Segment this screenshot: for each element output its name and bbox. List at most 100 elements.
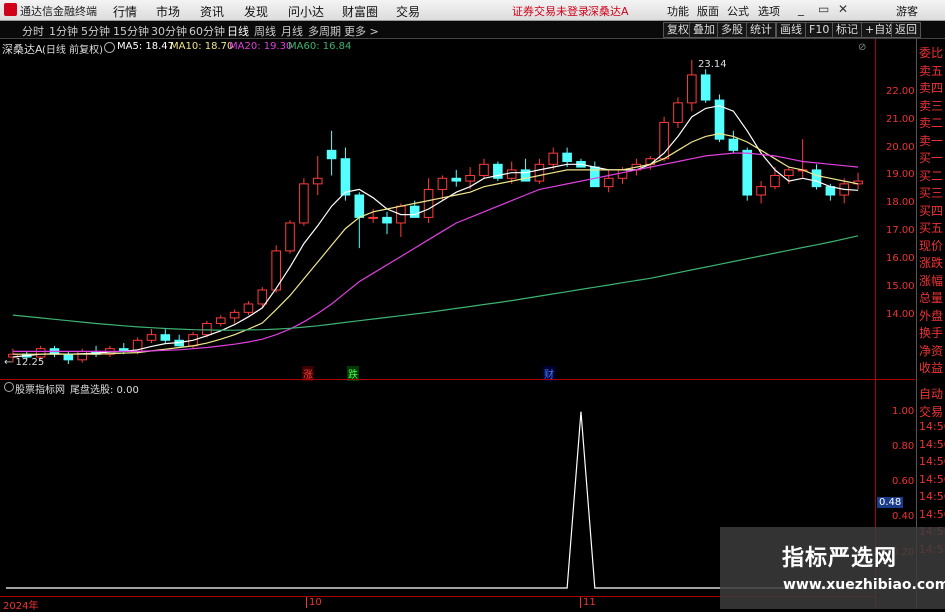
period-weekly[interactable]: 周线	[254, 23, 276, 39]
stats-button[interactable]: 统计	[746, 22, 776, 38]
menu-trade[interactable]: 交易	[396, 3, 420, 20]
candle-body	[617, 169, 628, 179]
tick-time-label: 14:56	[919, 472, 945, 486]
restore-icon[interactable]: ▭	[818, 2, 829, 16]
quote-field-label: 换手	[919, 326, 944, 340]
tick-time-label: 14:56	[919, 420, 945, 433]
price-tick: 16.00	[886, 253, 915, 265]
menu-wealth[interactable]: 财富圈	[342, 3, 378, 20]
period-timeshare[interactable]: 分时	[22, 23, 44, 39]
side-panel-divider	[916, 39, 917, 609]
app-name: 通达信金融终端	[20, 5, 97, 18]
candle-body	[548, 152, 559, 165]
candle-body	[437, 177, 448, 190]
candle-body	[160, 334, 171, 341]
candle-body	[215, 317, 226, 325]
period-60min[interactable]: 60分钟	[189, 23, 225, 39]
candle-body	[409, 205, 420, 218]
login-status[interactable]: 证券交易未登录	[512, 3, 589, 19]
candle-body	[77, 350, 87, 361]
watermark-title: 指标严选网	[782, 546, 898, 571]
candle-body	[257, 289, 268, 305]
candle-body	[202, 323, 212, 336]
period-daily[interactable]: 日线	[227, 23, 249, 39]
mark-button[interactable]: 标记	[832, 22, 862, 38]
low-price-label: ← 12.25	[4, 357, 45, 368]
multi-stock-button[interactable]: 多股	[717, 22, 747, 38]
menu-market[interactable]: 市场	[156, 3, 180, 20]
candle-body	[728, 138, 739, 151]
candlestick-chart[interactable]	[0, 39, 875, 379]
menu-formula[interactable]: 公式	[727, 3, 749, 19]
time-label-year: 2024年	[3, 601, 39, 612]
quote-field-label: 委比	[919, 46, 944, 60]
menu-quotes[interactable]: 行情	[113, 3, 137, 20]
candle-body	[382, 216, 392, 224]
price-tick: 14.00	[886, 309, 915, 321]
time-label-oct: 10	[306, 597, 322, 608]
period-bar: 分时 1分钟 5分钟 15分钟 30分钟 60分钟 日线 周线 月线 多周期 更…	[0, 21, 945, 39]
overlay-button[interactable]: 叠加	[689, 22, 719, 38]
close-icon[interactable]: ✕	[838, 2, 848, 16]
quote-field-label: 现价	[919, 238, 944, 253]
candle-body	[354, 194, 365, 218]
period-30min[interactable]: 30分钟	[151, 23, 187, 39]
guest-label[interactable]: 游客	[896, 3, 918, 19]
candle-body	[742, 149, 753, 196]
candle-body	[229, 311, 240, 319]
period-multi[interactable]: 多周期	[308, 23, 341, 39]
auto-trade-label[interactable]: 自动	[919, 385, 945, 402]
indicator-tick: 0.80	[892, 440, 915, 452]
candle-body	[784, 169, 794, 176]
draw-button[interactable]: 画线	[776, 22, 806, 38]
period-more[interactable]: 更多 >	[344, 23, 379, 39]
quote-field-label: 卖一	[919, 133, 944, 148]
menu-function[interactable]: 功能	[667, 3, 689, 19]
quote-field-label: 卖四	[919, 81, 944, 95]
candle-body	[756, 186, 766, 196]
candle-body	[562, 152, 572, 163]
candle-body	[811, 169, 822, 188]
candle-body	[700, 74, 711, 101]
candle-body	[326, 149, 337, 160]
menu-news[interactable]: 资讯	[200, 3, 224, 20]
indicator-tick: 1.00	[892, 405, 915, 417]
menu-ask[interactable]: 问小达	[288, 3, 324, 20]
auto-trade-label[interactable]: 交易	[919, 403, 945, 420]
menu-options[interactable]: 选项	[758, 3, 780, 19]
quote-field-label: 买一	[919, 151, 944, 165]
f10-button[interactable]: F10	[805, 22, 834, 38]
price-tick: 20.00	[886, 141, 915, 153]
candle-body	[770, 174, 780, 188]
candle-body	[299, 183, 309, 224]
ma60-line	[12, 235, 859, 331]
quote-field-label: 涨跌	[919, 256, 944, 270]
axis-divider	[875, 39, 876, 609]
quote-field-label: 买五	[919, 221, 944, 235]
quote-field-label: 卖五	[919, 63, 944, 78]
menu-layout[interactable]: 版面	[697, 3, 719, 19]
candle-body	[146, 334, 157, 341]
candle-body	[35, 348, 46, 358]
period-15min[interactable]: 15分钟	[113, 23, 149, 39]
candle-body	[673, 102, 683, 123]
high-price-label: 23.14	[698, 59, 727, 70]
candle-body	[63, 353, 74, 361]
quote-field-label: 涨幅	[919, 273, 944, 288]
candle-body	[506, 169, 517, 179]
app-logo-icon	[4, 3, 17, 16]
period-5min[interactable]: 5分钟	[81, 23, 110, 39]
minimize-icon[interactable]: _	[798, 2, 804, 16]
stock-tag: 深桑达A	[588, 5, 629, 18]
period-1min[interactable]: 1分钟	[49, 23, 78, 39]
menu-discover[interactable]: 发现	[244, 3, 268, 20]
quote-field-label: 卖三	[919, 98, 944, 113]
candle-body	[534, 163, 545, 182]
tick-time-label: 14:56	[919, 455, 945, 468]
candle-body	[465, 174, 475, 182]
period-monthly[interactable]: 月线	[281, 23, 303, 39]
back-button[interactable]: 返回	[891, 22, 921, 38]
candle-body	[340, 158, 351, 196]
price-tick: 17.00	[886, 225, 915, 237]
time-label-nov: 11	[580, 597, 596, 608]
